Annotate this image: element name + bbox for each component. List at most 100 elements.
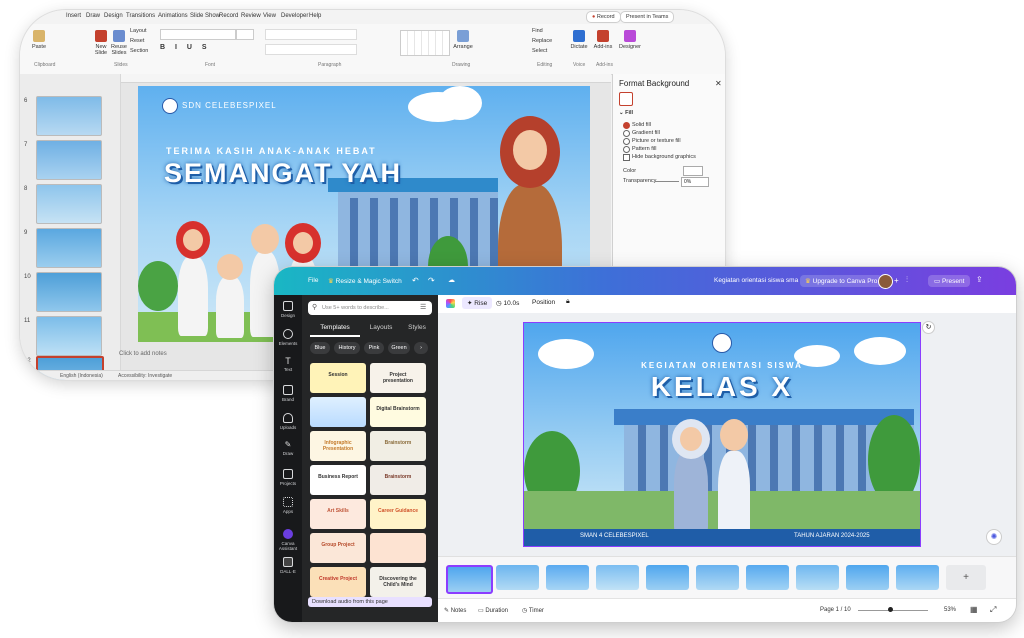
slide-thumbnail[interactable] [36,184,102,224]
menu-design[interactable]: Design [104,13,123,19]
rail-brand[interactable]: Brand [274,385,302,402]
page-thumbnail-selected[interactable] [446,565,493,594]
cloud-save-icon[interactable]: ☁ [448,276,455,284]
close-icon[interactable]: ✕ [715,79,722,88]
document-title[interactable]: Kegiatan orientasi siswa sma [714,277,798,284]
language-status[interactable]: English (Indonesia) [60,373,103,379]
accessibility-status[interactable]: Accessibility: Investigate [118,373,172,379]
page-thumbnail[interactable] [846,565,889,590]
chip-blue[interactable]: Blue [310,342,330,354]
rail-dalle[interactable]: DALL·E [274,557,302,574]
file-menu[interactable]: File [308,277,318,284]
zoom-slider[interactable] [858,610,928,611]
search-input[interactable]: ⚲ Use 5+ words to describe... ☰ [308,301,432,315]
zoom-level[interactable]: 53% [944,607,956,613]
menu-draw[interactable]: Draw [86,13,100,19]
page-thumbnail[interactable] [896,565,939,590]
refresh-icon[interactable]: ↻ [922,321,935,334]
fill-section-header[interactable]: ⌄ Fill [619,110,633,116]
font-format-buttons[interactable]: B I U S [160,44,211,51]
template-card[interactable]: Business Report [310,465,366,495]
duration-footer-button[interactable]: ▭ Duration [478,607,508,614]
upgrade-button[interactable]: ♛ Upgrade to Canva Pro [800,275,883,287]
menu-record[interactable]: Record [219,13,238,19]
template-card[interactable]: Art Skills [310,499,366,529]
find-button[interactable]: Find [532,28,543,34]
shapes-gallery[interactable] [400,30,450,56]
replace-button[interactable]: Replace [532,38,552,44]
color-picker-button[interactable] [683,166,703,176]
gradient-fill-radio[interactable] [623,130,630,137]
redo-icon[interactable]: ↷ [428,276,435,285]
animation-rise-button[interactable]: ✦ Rise [462,297,493,309]
paste-button[interactable]: Paste [28,30,50,50]
chip-green[interactable]: Green [388,342,410,354]
rail-text[interactable]: T Text [274,357,302,373]
filter-icon[interactable]: ☰ [420,303,426,311]
rail-elements[interactable]: Elements [274,329,302,346]
color-palette-icon[interactable] [446,299,455,308]
menu-slideshow[interactable]: Slide Show [190,13,220,19]
template-card[interactable]: Career Guidance [370,499,426,529]
fullscreen-icon[interactable]: ⤢ [990,605,996,615]
dictate-button[interactable]: Dictate [568,30,590,50]
layout-button[interactable]: Layout [130,28,147,34]
page-thumbnail[interactable] [496,565,539,590]
menu-view[interactable]: View [263,13,276,19]
menu-help[interactable]: Help [309,13,321,19]
tab-styles[interactable]: Styles [400,321,434,335]
page-thumbnail[interactable] [796,565,839,590]
hide-background-checkbox[interactable] [623,154,630,161]
download-audio-toast[interactable]: Download audio from this page [308,597,432,607]
notes-button[interactable]: ✎ Notes [444,607,466,614]
undo-icon[interactable]: ↶ [412,276,419,285]
position-button[interactable]: Position [532,299,555,306]
slide-thumbnail[interactable] [36,272,102,312]
share-icon[interactable]: ⇪ [976,275,983,284]
rail-draw[interactable]: ✎ Draw [274,441,302,457]
template-card[interactable]: Brainstorm [370,431,426,461]
lock-icon[interactable]: 🔒︎ [566,298,570,306]
page-thumbnail[interactable] [746,565,789,590]
template-card[interactable]: Session [310,363,366,393]
zoom-slider-handle[interactable] [888,607,893,612]
paragraph-list-controls[interactable] [265,29,357,40]
present-in-teams-button[interactable]: Present in Teams [620,11,675,23]
select-button[interactable]: Select [532,48,547,54]
font-name-select[interactable] [160,29,236,40]
rail-design[interactable]: Design [274,301,302,318]
paragraph-align-controls[interactable] [265,44,357,55]
avatar[interactable] [878,274,893,289]
pattern-fill-radio[interactable] [623,146,630,153]
tab-layouts[interactable]: Layouts [362,321,400,335]
resize-button[interactable]: ♛ Resize & Magic Switch [328,277,402,285]
present-button[interactable]: ▭ Present [928,275,971,287]
page-thumbnail[interactable] [596,565,639,590]
designer-button[interactable]: Designer [618,30,642,50]
rail-assistant[interactable]: Canva Assistant [274,529,302,551]
template-card[interactable]: Brainstorm [370,465,426,495]
template-card[interactable]: Group Project [310,533,366,563]
chip-history[interactable]: History [334,342,360,354]
slide-thumbnail[interactable] [36,228,102,268]
timer-button[interactable]: ◷ Timer [522,607,544,614]
slide-thumbnail[interactable] [36,96,102,136]
add-page-button[interactable]: + [946,565,986,590]
template-card[interactable]: Project presentation [370,363,426,393]
duration-button[interactable]: ◷ 10.0s [496,299,519,307]
template-card[interactable]: Discovering the Child's Mind [370,567,426,597]
menu-developer[interactable]: Developer [281,13,308,19]
template-card[interactable]: Infographic Presentation [310,431,366,461]
menu-insert[interactable]: Insert [66,13,81,19]
transparency-slider[interactable] [655,181,679,182]
grid-view-icon[interactable]: ▦ [970,605,978,614]
transparency-value-input[interactable]: 0% [681,177,709,187]
chart-icon[interactable]: ⫶ [906,275,908,285]
record-button[interactable]: ● Record [586,11,621,23]
chip-pink[interactable]: Pink [364,342,384,354]
chip-scroll-right[interactable]: › [414,342,428,354]
add-collaborator-icon[interactable]: + [894,276,899,285]
slide-thumbnail[interactable] [36,140,102,180]
addins-button[interactable]: Add-ins [592,30,614,50]
page-thumbnail[interactable] [696,565,739,590]
